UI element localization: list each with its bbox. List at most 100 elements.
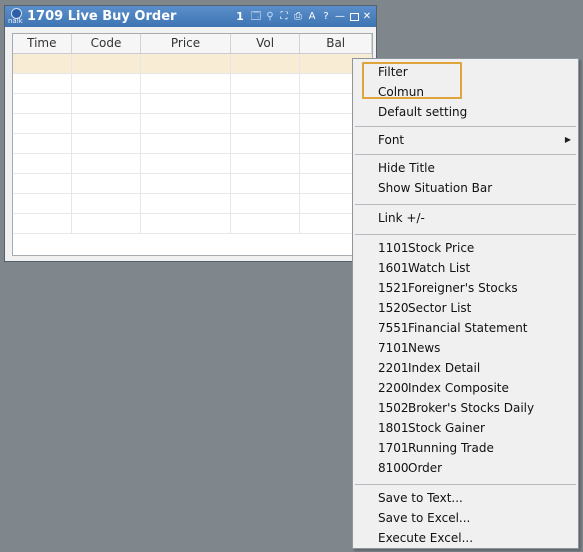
table-cell[interactable] xyxy=(72,154,142,173)
table-cell[interactable] xyxy=(72,174,142,193)
table-cell[interactable] xyxy=(72,94,142,113)
table-cell[interactable] xyxy=(13,94,72,113)
print-icon[interactable]: ⎙ xyxy=(292,10,304,23)
menu-item-screen-1520[interactable]: 1520Sector List xyxy=(353,298,578,318)
table-cell[interactable] xyxy=(13,174,72,193)
table-cell[interactable] xyxy=(72,214,142,233)
table-cell[interactable] xyxy=(231,214,301,233)
table-row[interactable] xyxy=(13,174,372,194)
menu-item-execute-excel[interactable]: Execute Excel... xyxy=(353,528,578,548)
menu-separator xyxy=(355,484,576,485)
menu-separator xyxy=(355,204,576,205)
table-cell[interactable] xyxy=(72,134,142,153)
screen-code: 1601 xyxy=(378,261,409,275)
title-toolbar: 1 🗔 ⚲ ⛶ ⎙ A ? — ✕ xyxy=(233,9,373,24)
menu-separator xyxy=(355,154,576,155)
maximize-icon[interactable] xyxy=(350,12,359,21)
table-cell[interactable] xyxy=(141,194,231,213)
table-cell[interactable] xyxy=(141,154,231,173)
pin-icon[interactable]: ⚲ xyxy=(264,10,276,23)
menu-item-screen-1601[interactable]: 1601Watch List xyxy=(353,258,578,278)
screen-code: 7551 xyxy=(378,321,409,335)
menu-item-save-text[interactable]: Save to Text... xyxy=(353,488,578,508)
menu-item-screen-1101[interactable]: 1101Stock Price xyxy=(353,238,578,258)
table-cell[interactable] xyxy=(72,54,142,73)
menu-item-screen-1521[interactable]: 1521Foreigner's Stocks xyxy=(353,278,578,298)
column-header-bal[interactable]: Bal xyxy=(300,34,372,53)
screen-label: Order xyxy=(408,461,443,475)
table-cell[interactable] xyxy=(13,74,72,93)
menu-item-show-situation-bar[interactable]: Show Situation Bar xyxy=(353,178,578,198)
menu-item-screen-2201[interactable]: 2201Index Detail xyxy=(353,358,578,378)
table-cell[interactable] xyxy=(141,114,231,133)
screen-code: 1101 xyxy=(378,241,409,255)
screen-code: 8100 xyxy=(378,461,409,475)
order-grid[interactable]: Time Code Price Vol Bal xyxy=(12,33,373,256)
menu-item-default-setting[interactable]: Default setting xyxy=(353,102,578,122)
column-header-vol[interactable]: Vol xyxy=(231,34,301,53)
minimize-icon[interactable]: — xyxy=(334,10,346,23)
table-cell[interactable] xyxy=(231,154,301,173)
menu-item-column[interactable]: Colmun xyxy=(353,82,578,102)
table-cell[interactable] xyxy=(13,54,72,73)
menu-item-link[interactable]: Link +/- xyxy=(353,208,578,228)
table-cell[interactable] xyxy=(13,154,72,173)
window-icon[interactable]: 🗔 xyxy=(250,10,262,23)
table-cell[interactable] xyxy=(141,214,231,233)
table-row[interactable] xyxy=(13,94,372,114)
menu-item-screen-7551[interactable]: 7551Financial Statement xyxy=(353,318,578,338)
column-header-time[interactable]: Time xyxy=(13,34,72,53)
table-row[interactable] xyxy=(13,54,372,74)
table-cell[interactable] xyxy=(141,174,231,193)
table-cell[interactable] xyxy=(231,94,301,113)
title-bar[interactable]: nalk 1709 Live Buy Order 1 🗔 ⚲ ⛶ ⎙ A ? —… xyxy=(5,6,376,27)
table-cell[interactable] xyxy=(231,194,301,213)
menu-item-screen-7101[interactable]: 7101News xyxy=(353,338,578,358)
screen-label: Foreigner's Stocks xyxy=(408,281,518,295)
link-number[interactable]: 1 xyxy=(235,10,245,23)
menu-item-font[interactable]: Font ▶ xyxy=(353,130,578,150)
table-cell[interactable] xyxy=(141,94,231,113)
table-cell[interactable] xyxy=(231,74,301,93)
screen-label: News xyxy=(408,341,441,355)
table-row[interactable] xyxy=(13,194,372,214)
table-row[interactable] xyxy=(13,114,372,134)
menu-item-screen-1801[interactable]: 1801Stock Gainer xyxy=(353,418,578,438)
table-cell[interactable] xyxy=(13,194,72,213)
menu-item-save-excel[interactable]: Save to Excel... xyxy=(353,508,578,528)
table-cell[interactable] xyxy=(231,174,301,193)
table-row[interactable] xyxy=(13,134,372,154)
menu-item-screen-1701[interactable]: 1701Running Trade xyxy=(353,438,578,458)
screen-code: 1521 xyxy=(378,281,409,295)
table-row[interactable] xyxy=(13,214,372,234)
help-icon[interactable]: ? xyxy=(320,10,332,23)
menu-item-screen-2200[interactable]: 2200Index Composite xyxy=(353,378,578,398)
table-cell[interactable] xyxy=(231,54,301,73)
table-row[interactable] xyxy=(13,154,372,174)
menu-item-screen-1502[interactable]: 1502Broker's Stocks Daily xyxy=(353,398,578,418)
menu-item-filter[interactable]: Filter xyxy=(353,62,578,82)
table-cell[interactable] xyxy=(141,74,231,93)
table-cell[interactable] xyxy=(141,54,231,73)
menu-item-screen-8100[interactable]: 8100Order xyxy=(353,458,578,478)
table-cell[interactable] xyxy=(72,194,142,213)
column-header-price[interactable]: Price xyxy=(141,34,231,53)
table-cell[interactable] xyxy=(72,114,142,133)
window-title: 1709 Live Buy Order xyxy=(27,9,177,24)
menu-item-hide-title[interactable]: Hide Title xyxy=(353,158,578,178)
screen-code: 1701 xyxy=(378,441,409,455)
table-cell[interactable] xyxy=(13,214,72,233)
table-cell[interactable] xyxy=(13,134,72,153)
expand-icon[interactable]: ⛶ xyxy=(278,10,290,23)
table-cell[interactable] xyxy=(141,134,231,153)
table-cell[interactable] xyxy=(13,114,72,133)
table-cell[interactable] xyxy=(72,74,142,93)
table-row[interactable] xyxy=(13,74,372,94)
font-a-icon[interactable]: A xyxy=(306,10,318,23)
table-cell[interactable] xyxy=(231,114,301,133)
screen-code: 2201 xyxy=(378,361,409,375)
table-cell[interactable] xyxy=(231,134,301,153)
column-header-code[interactable]: Code xyxy=(72,34,142,53)
screen-code: 7101 xyxy=(378,341,409,355)
close-icon[interactable]: ✕ xyxy=(361,10,373,23)
